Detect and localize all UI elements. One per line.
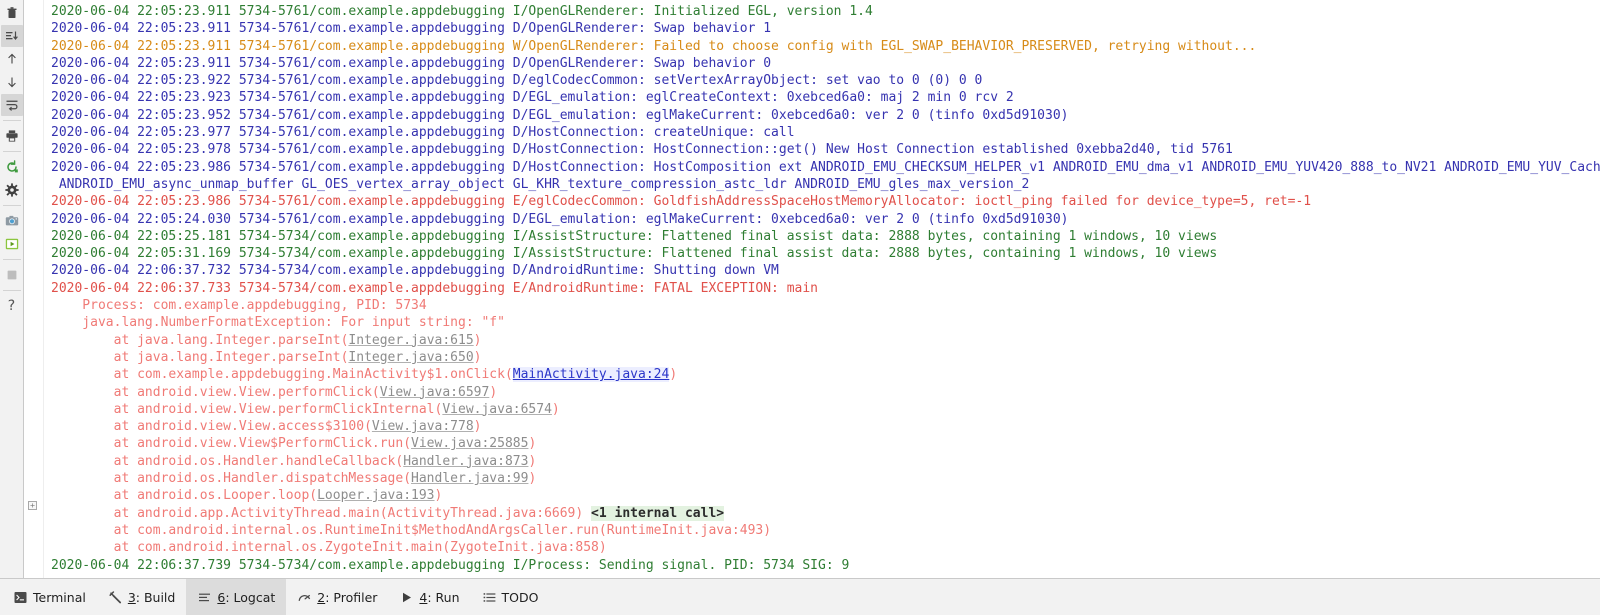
log-line: 2020-06-04 22:05:23.923 5734-5761/com.ex… <box>51 90 1014 106</box>
log-line: at android.os.Handler.handleCallback(Han… <box>51 453 537 469</box>
log-line: 2020-06-04 22:05:23.977 5734-5761/com.ex… <box>51 125 795 141</box>
log-line: 2020-06-04 22:05:23.911 5734-5761/com.ex… <box>51 38 1257 54</box>
log-line: at android.os.Handler.dispatchMessage(Ha… <box>51 471 537 487</box>
clear-logcat-icon[interactable] <box>1 2 23 24</box>
stacktrace-link[interactable]: Integer.java:650 <box>348 350 473 365</box>
logcat-lines-icon <box>197 590 212 605</box>
toolbar-divider <box>2 151 21 152</box>
log-line: 2020-06-04 22:05:23.911 5734-5761/com.ex… <box>51 55 772 71</box>
log-line: at android.app.ActivityThread.main(Activ… <box>51 505 725 521</box>
internal-call-badge: <1 internal call> <box>591 505 725 521</box>
stacktrace-link[interactable]: Looper.java:193 <box>317 488 434 503</box>
log-line: at android.view.View.access$3100(View.ja… <box>51 419 482 435</box>
log-line: 2020-06-04 22:05:23.978 5734-5761/com.ex… <box>51 142 1233 158</box>
log-line: java.lang.NumberFormatException: For inp… <box>51 315 505 331</box>
print-icon[interactable] <box>1 125 23 147</box>
log-line: 2020-06-04 22:05:23.911 5734-5761/com.ex… <box>51 21 772 37</box>
logcat-window: ? + 2020-06-04 22:05:23.911 5734-5761/co… <box>0 0 1600 615</box>
log-line: 2020-06-04 22:05:24.030 5734-5761/com.ex… <box>51 211 1069 227</box>
log-line: at com.android.internal.os.ZygoteInit.ma… <box>51 540 607 556</box>
stacktrace-link[interactable]: Handler.java:873 <box>403 454 528 469</box>
log-line: at com.example.appdebugging.MainActivity… <box>51 367 678 383</box>
log-line: 2020-06-04 22:06:37.733 5734-5734/com.ex… <box>51 280 819 296</box>
logcat-side-toolbar: ? <box>0 0 24 578</box>
stacktrace-link[interactable]: View.java:6597 <box>380 385 490 400</box>
restart-icon[interactable] <box>1 156 23 178</box>
statusbar-tab-label: 2: Profiler <box>317 589 378 605</box>
help-glyph: ? <box>7 298 16 314</box>
expand-internal-calls-fold-icon[interactable]: + <box>28 501 37 510</box>
screenshot-camera-icon[interactable] <box>1 210 23 232</box>
stacktrace-link[interactable]: MainActivity.java:24 <box>512 367 670 383</box>
log-line: at android.view.View.performClick(View.j… <box>51 384 498 400</box>
statusbar-tab-build[interactable]: 3: Build <box>97 579 187 615</box>
log-line: ANDROID_EMU_async_unmap_buffer GL_OES_ve… <box>51 176 1030 192</box>
statusbar-tab-label: Terminal <box>33 589 86 605</box>
settings-gear-icon[interactable] <box>1 179 23 201</box>
log-line: 2020-06-04 22:05:31.169 5734-5734/com.ex… <box>51 246 1218 262</box>
stacktrace-link[interactable]: Integer.java:615 <box>348 333 473 348</box>
log-line: 2020-06-04 22:05:23.986 5734-5761/com.ex… <box>51 194 1312 210</box>
toolbar-divider <box>2 259 21 260</box>
statusbar-tab-label: 3: Build <box>127 589 176 605</box>
fold-gutter[interactable]: + <box>24 0 44 578</box>
statusbar-tab-label: 4: Run <box>419 589 460 605</box>
help-icon[interactable]: ? <box>1 295 23 317</box>
up-arrow-icon[interactable] <box>1 48 23 70</box>
log-line: 2020-06-04 22:05:23.952 5734-5761/com.ex… <box>51 107 1069 123</box>
bottom-tool-window-bar: Terminal 3: Build 6: Logcat 2: Profiler 4: R… <box>0 578 1600 615</box>
stacktrace-link[interactable]: View.java:25885 <box>411 436 528 451</box>
todo-list-icon <box>482 590 497 605</box>
scroll-to-end-icon[interactable] <box>0 25 23 47</box>
logcat-output-console[interactable]: 2020-06-04 22:05:23.911 5734-5761/com.ex… <box>44 0 1600 578</box>
statusbar-tab-todo[interactable]: TODO <box>471 579 550 615</box>
statusbar-tab-logcat[interactable]: 6: Logcat <box>186 579 287 615</box>
stacktrace-link[interactable]: View.java:778 <box>372 419 474 434</box>
log-line: Process: com.example.appdebugging, PID: … <box>51 298 427 314</box>
log-line: at android.os.Looper.loop(Looper.java:19… <box>51 488 443 504</box>
statusbar-tab-label: TODO <box>501 589 539 605</box>
stop-icon[interactable] <box>1 264 23 286</box>
log-line: 2020-06-04 22:06:37.739 5734-5734/com.ex… <box>51 557 850 573</box>
profiler-icon <box>297 590 312 605</box>
log-line: 2020-06-04 22:06:37.732 5734-5734/com.ex… <box>51 263 779 279</box>
toolbar-divider <box>2 290 21 291</box>
log-line: 2020-06-04 22:05:23.922 5734-5761/com.ex… <box>51 73 983 89</box>
terminal-icon <box>13 590 28 605</box>
toolbar-divider <box>2 120 21 121</box>
log-line: 2020-06-04 22:05:23.986 5734-5761/com.ex… <box>51 159 1600 175</box>
log-line: at android.view.View.performClickInterna… <box>51 401 560 417</box>
logcat-log-lines: 2020-06-04 22:05:23.911 5734-5761/com.ex… <box>44 3 1600 574</box>
down-arrow-icon[interactable] <box>1 71 23 93</box>
run-play-icon <box>399 590 414 605</box>
stacktrace-link[interactable]: Handler.java:99 <box>411 471 528 486</box>
toolbar-divider <box>2 205 21 206</box>
logcat-main-area: ? + 2020-06-04 22:05:23.911 5734-5761/co… <box>0 0 1600 578</box>
log-line: at android.view.View$PerformClick.run(Vi… <box>51 436 537 452</box>
screen-record-icon[interactable] <box>1 233 23 255</box>
statusbar-tab-label: 6: Logcat <box>217 589 276 605</box>
statusbar-tab-profiler[interactable]: 2: Profiler <box>286 579 388 615</box>
statusbar-tab-terminal[interactable]: Terminal <box>2 579 97 615</box>
soft-wrap-icon[interactable] <box>0 94 23 116</box>
build-hammer-icon <box>108 590 123 605</box>
log-line: 2020-06-04 22:05:23.911 5734-5761/com.ex… <box>51 4 873 19</box>
log-line: at java.lang.Integer.parseInt(Integer.ja… <box>51 349 482 365</box>
log-line: at com.android.internal.os.RuntimeInit$M… <box>51 522 772 538</box>
log-line: at java.lang.Integer.parseInt(Integer.ja… <box>51 332 482 348</box>
log-line: 2020-06-04 22:05:25.181 5734-5734/com.ex… <box>51 228 1218 244</box>
statusbar-tab-run[interactable]: 4: Run <box>388 579 470 615</box>
stacktrace-link[interactable]: View.java:6574 <box>442 402 552 417</box>
